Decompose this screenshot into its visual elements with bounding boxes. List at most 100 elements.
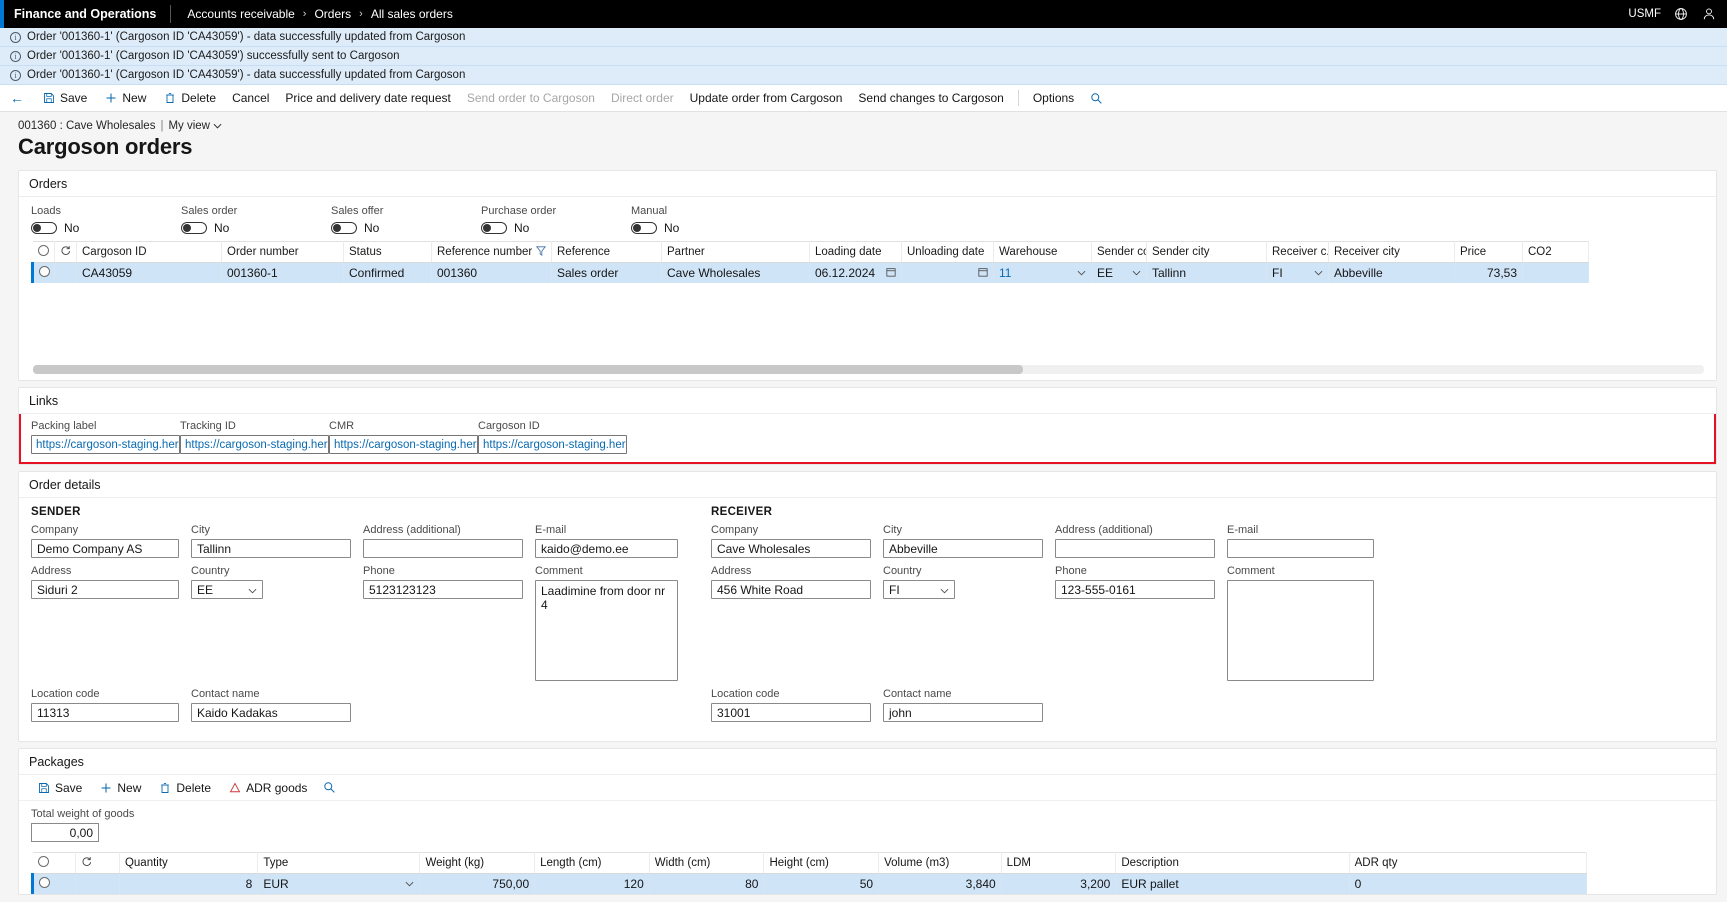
- column-header-warehouse[interactable]: Warehouse: [993, 241, 1092, 263]
- chevron-down-icon[interactable]: [1314, 268, 1323, 279]
- cmr-link[interactable]: https://cargoson-staging.her...: [329, 435, 478, 454]
- cell-volume[interactable]: 3,840: [878, 873, 1002, 894]
- sender-city-input[interactable]: Tallinn: [191, 539, 351, 558]
- breadcrumb-item-all-sales-orders[interactable]: All sales orders: [371, 7, 453, 21]
- globe-icon[interactable]: [1673, 6, 1689, 22]
- column-header-status[interactable]: Status: [343, 241, 432, 263]
- packages-new-button[interactable]: New: [91, 777, 148, 799]
- chevron-down-icon[interactable]: [940, 583, 949, 597]
- cell-description[interactable]: EUR pallet: [1115, 873, 1350, 894]
- table-row[interactable]: 8 EUR 750,00 120 80 50 3,840 3,200 EUR p…: [30, 873, 1588, 894]
- filter-purchase-order-toggle[interactable]: [481, 222, 507, 234]
- column-header-sender-city[interactable]: Sender city: [1146, 241, 1267, 263]
- total-weight-input[interactable]: 0,00: [31, 823, 99, 842]
- receiver-address-additional-input[interactable]: [1055, 539, 1215, 558]
- cancel-button[interactable]: Cancel: [225, 88, 276, 108]
- cell-receiver-city[interactable]: Abbeville: [1328, 262, 1455, 283]
- column-header-sender-country[interactable]: Sender co...: [1091, 241, 1147, 263]
- cell-price[interactable]: 73,53: [1454, 262, 1523, 283]
- column-header-height[interactable]: Height (cm): [763, 852, 880, 874]
- radio-icon[interactable]: [39, 266, 50, 277]
- sender-address-input[interactable]: Siduri 2: [31, 580, 179, 599]
- sender-phone-input[interactable]: 5123123123: [363, 580, 523, 599]
- chevron-down-icon[interactable]: [1132, 268, 1141, 279]
- receiver-comment-textarea[interactable]: [1227, 580, 1374, 681]
- orders-grid-horizontal-scrollbar[interactable]: [33, 365, 1704, 374]
- column-header-co2[interactable]: CO2: [1522, 241, 1589, 263]
- cell-reference[interactable]: Sales order: [551, 262, 662, 283]
- calendar-icon[interactable]: [886, 267, 896, 280]
- cell-sender-city[interactable]: Tallinn: [1146, 262, 1267, 283]
- price-and-delivery-date-request-button[interactable]: Price and delivery date request: [278, 88, 457, 108]
- table-row[interactable]: CA43059 001360-1 Confirmed 001360 Sales …: [31, 262, 1589, 283]
- receiver-phone-input[interactable]: 123-555-0161: [1055, 580, 1215, 599]
- send-changes-to-cargoson-button[interactable]: Send changes to Cargoson: [851, 88, 1010, 108]
- sender-country-select[interactable]: EE: [191, 580, 263, 599]
- tracking-id-link[interactable]: https://cargoson-staging.her...: [180, 435, 329, 454]
- radio-icon[interactable]: [37, 856, 49, 867]
- column-header-type[interactable]: Type: [257, 852, 421, 874]
- filter-sales-order-toggle[interactable]: [181, 222, 207, 234]
- cell-weight[interactable]: 750,00: [419, 873, 536, 894]
- receiver-email-input[interactable]: [1227, 539, 1374, 558]
- cell-reference-number[interactable]: 001360: [431, 262, 552, 283]
- cell-loading-date[interactable]: 06.12.2024: [809, 262, 902, 283]
- sender-location-code-input[interactable]: 11313: [31, 703, 179, 722]
- receiver-company-input[interactable]: Cave Wholesales: [711, 539, 871, 558]
- cell-receiver-country[interactable]: FI: [1266, 262, 1329, 283]
- new-button[interactable]: New: [96, 87, 153, 109]
- back-button[interactable]: ←: [8, 90, 32, 106]
- column-header-volume[interactable]: Volume (m3): [878, 852, 1002, 874]
- column-header-reference-number[interactable]: Reference number: [431, 241, 552, 263]
- packages-delete-button[interactable]: Delete: [150, 777, 218, 799]
- filter-manual-toggle[interactable]: [631, 222, 657, 234]
- chevron-down-icon[interactable]: [405, 879, 414, 890]
- select-all-column-header[interactable]: [32, 241, 55, 263]
- cell-co2[interactable]: [1522, 262, 1589, 283]
- column-header-ldm[interactable]: LDM: [1001, 852, 1117, 874]
- column-header-cargoson-id[interactable]: Cargoson ID: [76, 241, 222, 263]
- scrollbar-thumb[interactable]: [33, 365, 1023, 374]
- delete-button[interactable]: Delete: [155, 87, 223, 109]
- column-header-order-number[interactable]: Order number: [221, 241, 344, 263]
- sender-contact-name-input[interactable]: Kaido Kadakas: [191, 703, 351, 722]
- save-button[interactable]: Save: [34, 87, 94, 109]
- breadcrumb-item-orders[interactable]: Orders: [314, 7, 351, 21]
- breadcrumb-item-accounts-receivable[interactable]: Accounts receivable: [187, 7, 294, 21]
- column-header-description[interactable]: Description: [1115, 852, 1350, 874]
- receiver-contact-name-input[interactable]: john: [883, 703, 1043, 722]
- cell-partner[interactable]: Cave Wholesales: [661, 262, 810, 283]
- cell-sender-country[interactable]: EE: [1091, 262, 1147, 283]
- column-header-receiver-city[interactable]: Receiver city: [1328, 241, 1455, 263]
- cell-cargoson-id[interactable]: CA43059: [76, 262, 222, 283]
- refresh-icon[interactable]: [60, 246, 71, 259]
- view-selector[interactable]: My view: [168, 120, 222, 132]
- cell-order-number[interactable]: 001360-1: [221, 262, 344, 283]
- packages-save-button[interactable]: Save: [29, 777, 89, 799]
- sender-email-input[interactable]: kaido@demo.ee: [535, 539, 678, 558]
- packages-select-all-column-header[interactable]: [32, 852, 77, 874]
- cell-warehouse-value[interactable]: 11: [999, 266, 1011, 280]
- chevron-down-icon[interactable]: [248, 583, 257, 597]
- packing-label-link[interactable]: https://cargoson-staging.her...: [31, 435, 180, 454]
- search-icon[interactable]: [1083, 89, 1110, 108]
- receiver-address-input[interactable]: 456 White Road: [711, 580, 871, 599]
- filter-sales-offer-toggle[interactable]: [331, 222, 357, 234]
- receiver-location-code-input[interactable]: 31001: [711, 703, 871, 722]
- cell-ldm[interactable]: 3,200: [1001, 873, 1117, 894]
- sender-address-additional-input[interactable]: [363, 539, 523, 558]
- filter-icon[interactable]: [535, 245, 547, 259]
- filter-loads-toggle[interactable]: [31, 222, 57, 234]
- column-header-weight[interactable]: Weight (kg): [419, 852, 536, 874]
- row-select-radio[interactable]: [31, 262, 55, 283]
- package-row-select-radio[interactable]: [30, 873, 77, 894]
- column-header-quantity[interactable]: Quantity: [119, 852, 259, 874]
- calendar-icon[interactable]: [978, 267, 988, 280]
- packages-search-icon[interactable]: [316, 778, 343, 797]
- cell-status[interactable]: Confirmed: [343, 262, 432, 283]
- sender-comment-textarea[interactable]: Laadimine from door nr 4: [535, 580, 678, 681]
- radio-icon[interactable]: [37, 245, 49, 256]
- cargoson-id-link[interactable]: https://cargoson-staging.her...: [478, 435, 627, 454]
- refresh-icon[interactable]: [81, 857, 92, 870]
- column-header-adr-qty[interactable]: ADR qty: [1349, 852, 1588, 874]
